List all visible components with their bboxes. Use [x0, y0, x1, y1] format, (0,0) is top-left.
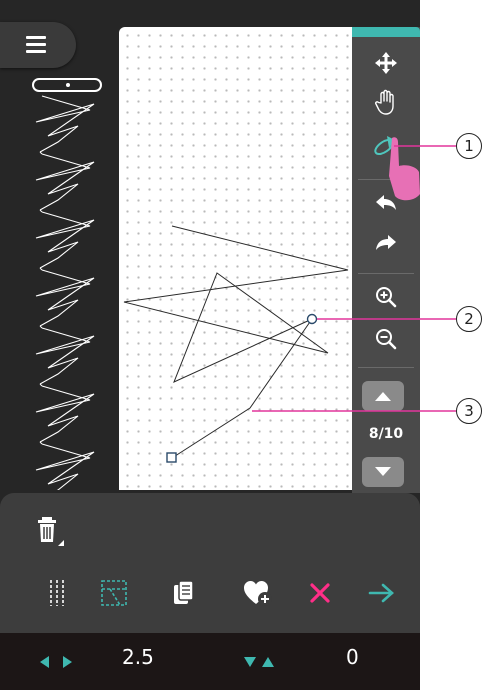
- callout-2: 2: [456, 306, 482, 332]
- callout-3: 3: [456, 398, 482, 424]
- callout-1: 1: [456, 133, 482, 159]
- callout-lines: [252, 145, 456, 412]
